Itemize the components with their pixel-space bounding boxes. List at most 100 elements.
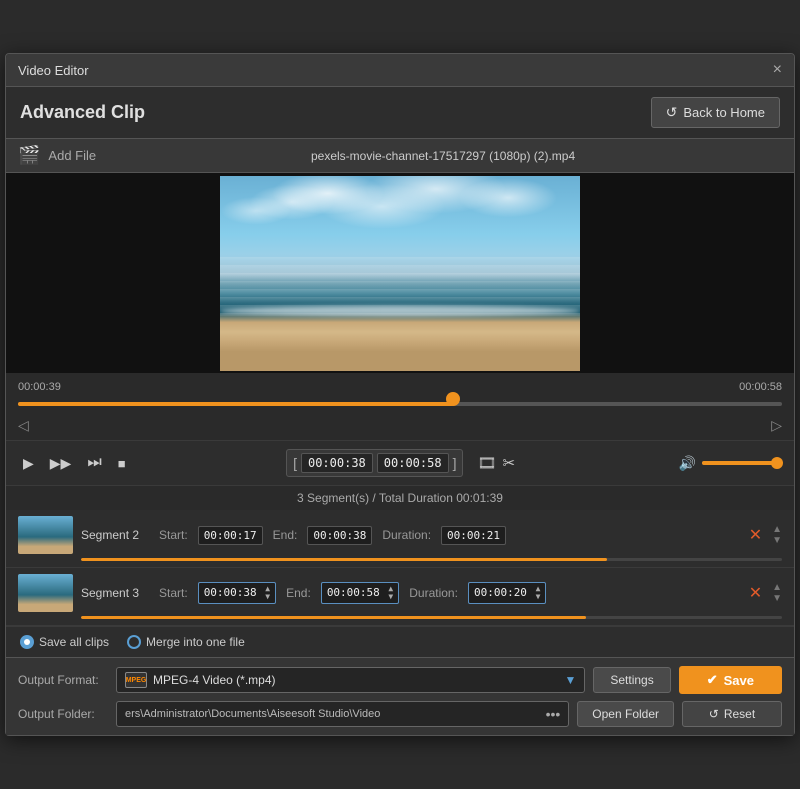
- segment-name: Segment 3: [81, 586, 151, 600]
- segment-sort-button[interactable]: ▲▼: [772, 524, 782, 546]
- clip-end-time[interactable]: 00:00:58: [377, 453, 449, 473]
- timeline-track: [18, 402, 782, 406]
- timeline-end-time: 00:00:58: [739, 381, 782, 393]
- clip-start-time[interactable]: 00:00:38: [301, 453, 373, 473]
- save-all-radio[interactable]: [20, 635, 34, 649]
- page-title: Advanced Clip: [20, 102, 145, 123]
- reset-button[interactable]: ↺ Reset: [682, 701, 782, 727]
- folder-path: ers\Administrator\Documents\Aiseesoft St…: [125, 708, 540, 720]
- fast-forward-button[interactable]: ▶▶: [45, 452, 77, 475]
- segments-header: 3 Segment(s) / Total Duration 00:01:39: [6, 485, 794, 510]
- folder-path-wrap: ers\Administrator\Documents\Aiseesoft St…: [116, 701, 569, 727]
- merge-label: Merge into one file: [146, 635, 245, 649]
- start-down-spinner[interactable]: ▼: [265, 593, 270, 601]
- end-down-spinner[interactable]: ▼: [388, 593, 393, 601]
- segment-progress-fill: [81, 558, 607, 561]
- format-label: Output Format:: [18, 673, 108, 687]
- segment-fields: Start: 00:00:17 End: 00:00:38 Duration: …: [159, 526, 741, 545]
- timeline-thumb[interactable]: [446, 392, 460, 406]
- radio-inner: [24, 639, 30, 645]
- segment-thumbnail: [18, 516, 73, 554]
- volume-filled: [702, 461, 782, 465]
- segment-progress-bar: [81, 558, 782, 561]
- timeline-markers: ◁ ▷: [18, 415, 782, 436]
- cloud-layer: [220, 176, 580, 264]
- video-preview: [6, 173, 794, 373]
- segment-close-button[interactable]: ✕: [749, 525, 762, 545]
- timeline-slider[interactable]: [18, 397, 782, 411]
- clip-controls: [ 00:00:38 00:00:58 ]: [286, 449, 463, 477]
- merge-radio[interactable]: [127, 635, 141, 649]
- volume-slider[interactable]: [702, 456, 782, 470]
- volume-track: [702, 461, 782, 465]
- end-label: End:: [286, 586, 311, 600]
- app-window: Video Editor × Advanced Clip ↺ Back to H…: [5, 53, 795, 736]
- start-label: Start:: [159, 528, 188, 542]
- segment-name: Segment 2: [81, 528, 151, 542]
- segment-close-button[interactable]: ✕: [749, 583, 762, 603]
- segment-end-editable[interactable]: 00:00:58 ▲ ▼: [321, 582, 399, 604]
- folder-row: Output Folder: ers\Administrator\Documen…: [18, 701, 782, 727]
- scissors-icon[interactable]: ✂: [503, 454, 516, 472]
- list-item: Segment 3 Start: 00:00:38 ▲ ▼ End: 00:00…: [6, 568, 794, 626]
- bottom-section: Output Format: MPEG MPEG-4 Video (*.mp4)…: [6, 657, 794, 735]
- segment-progress-fill: [81, 616, 586, 619]
- segment-duration: 00:00:21: [441, 526, 506, 545]
- folder-dots-button[interactable]: •••: [546, 706, 561, 722]
- clip-bracket-left: [: [293, 455, 297, 471]
- play-button[interactable]: ▶: [18, 452, 39, 475]
- segment-top: Segment 2 Start: 00:00:17 End: 00:00:38 …: [18, 516, 782, 554]
- video-frame: [220, 176, 580, 371]
- duration-label: Duration:: [382, 528, 431, 542]
- add-file-button[interactable]: Add File: [48, 148, 96, 163]
- stop-button[interactable]: ■: [113, 453, 131, 474]
- open-folder-button[interactable]: Open Folder: [577, 701, 674, 727]
- segment-thumbnail: [18, 574, 73, 612]
- checkmark-icon: ✔: [707, 672, 718, 688]
- film-icons: 🎞 ✂: [477, 454, 515, 472]
- action-buttons-2: ↺ Reset: [682, 701, 782, 727]
- segment-duration-editable[interactable]: 00:00:20 ▲ ▼: [468, 582, 546, 604]
- timeline-start-time: 00:00:39: [18, 381, 61, 393]
- marker-left[interactable]: ◁: [18, 417, 29, 434]
- title-bar: Video Editor ×: [6, 54, 794, 87]
- segments-list: Segment 2 Start: 00:00:17 End: 00:00:38 …: [6, 510, 794, 626]
- timeline-labels: 00:00:39 00:00:58: [18, 381, 782, 393]
- format-value: MPEG-4 Video (*.mp4): [153, 673, 564, 687]
- save-all-option[interactable]: Save all clips: [20, 635, 109, 649]
- start-label: Start:: [159, 586, 188, 600]
- end-label: End:: [273, 528, 298, 542]
- list-item: Segment 2 Start: 00:00:17 End: 00:00:38 …: [6, 510, 794, 568]
- save-button[interactable]: ✔ Save: [679, 666, 782, 694]
- clip-bracket-right: ]: [453, 455, 457, 471]
- duration-label: Duration:: [409, 586, 458, 600]
- reset-icon: ↺: [709, 707, 719, 721]
- segment-start-editable[interactable]: 00:00:38 ▲ ▼: [198, 582, 276, 604]
- volume-thumb[interactable]: [771, 457, 783, 469]
- controls-row: ▶ ▶▶ ⏭ ■ [ 00:00:38 00:00:58 ] 🎞 ✂ 🔊: [6, 440, 794, 485]
- options-row: Save all clips Merge into one file: [6, 626, 794, 657]
- add-file-icon: 🎬: [18, 145, 40, 166]
- frame-step-button[interactable]: ⏭: [82, 451, 106, 475]
- merge-option[interactable]: Merge into one file: [127, 635, 245, 649]
- format-select[interactable]: MPEG MPEG-4 Video (*.mp4) ▼: [116, 667, 585, 693]
- close-button[interactable]: ×: [773, 62, 782, 78]
- toolbar-row: 🎬 Add File pexels-movie-channet-17517297…: [6, 138, 794, 173]
- window-title: Video Editor: [18, 63, 89, 78]
- file-name: pexels-movie-channet-17517297 (1080p) (2…: [104, 149, 782, 163]
- settings-button[interactable]: Settings: [593, 667, 670, 693]
- volume-icon: 🔊: [679, 455, 696, 472]
- back-home-button[interactable]: ↺ Back to Home: [651, 97, 780, 128]
- timeline-section: 00:00:39 00:00:58 ◁ ▷: [6, 373, 794, 440]
- folder-label: Output Folder:: [18, 707, 108, 721]
- segment-top: Segment 3 Start: 00:00:38 ▲ ▼ End: 00:00…: [18, 574, 782, 612]
- segment-start: 00:00:17: [198, 526, 263, 545]
- dur-down-spinner[interactable]: ▼: [536, 593, 541, 601]
- film-strip-icon[interactable]: 🎞: [477, 454, 496, 472]
- segment-end: 00:00:38: [307, 526, 372, 545]
- marker-right[interactable]: ▷: [771, 417, 782, 434]
- segment-progress-bar: [81, 616, 782, 619]
- segment-sort-button[interactable]: ▲▼: [772, 582, 782, 604]
- mp4-icon: MPEG: [125, 672, 147, 688]
- wave-white: [220, 306, 580, 316]
